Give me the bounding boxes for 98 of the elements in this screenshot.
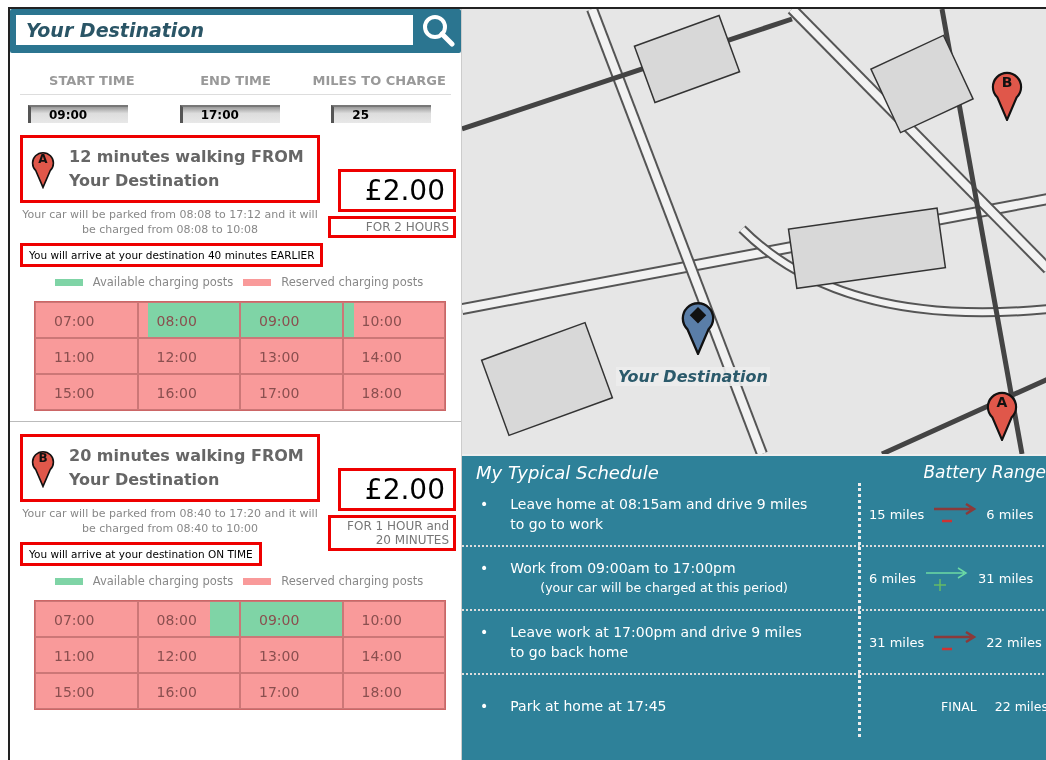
- time-slot[interactable]: 17:00: [240, 374, 343, 410]
- slot-time: 13:00: [259, 648, 300, 664]
- slot-time: 10:00: [361, 313, 402, 329]
- time-slot[interactable]: 09:00: [240, 302, 343, 338]
- input-field[interactable]: 09:00: [28, 105, 128, 123]
- time-slot[interactable]: 18:00: [342, 374, 445, 410]
- input-field[interactable]: 17:00: [179, 105, 280, 123]
- time-slot[interactable]: 10:00: [342, 302, 445, 338]
- destination-pin-icon[interactable]: [680, 299, 716, 355]
- slot-time: 16:00: [156, 684, 197, 700]
- slot-time: 07:00: [54, 313, 95, 329]
- time-slot[interactable]: 16:00: [137, 673, 240, 709]
- time-slot[interactable]: 10:00: [342, 601, 445, 637]
- slot-time: 11:00: [54, 349, 95, 365]
- slot-time: 17:00: [259, 385, 300, 401]
- slot-time: 09:00: [259, 612, 300, 628]
- price: £2.00: [338, 169, 456, 212]
- legend-label: Reserved charging posts: [281, 574, 424, 588]
- slot-time: 15:00: [54, 684, 95, 700]
- pin-marker: A: [31, 149, 55, 189]
- range-to: 6 miles: [986, 506, 1034, 522]
- slot-time: 15:00: [54, 385, 95, 401]
- legend-swatch: [54, 278, 83, 286]
- time-slot[interactable]: 17:00: [240, 673, 343, 709]
- bullet: •: [480, 495, 489, 514]
- time-slot[interactable]: 16:00: [137, 374, 240, 410]
- parking-description: Your car will be parked from 08:40 to 17:20 and it will be charged from 08:40 to 10:00: [21, 506, 319, 536]
- time-slot[interactable]: 07:00: [35, 302, 138, 338]
- schedule-text: Leave work at 17:00pm and drive 9 miles to go back home: [510, 623, 803, 662]
- time-slot[interactable]: 12:00: [137, 338, 240, 374]
- slot-time: 18:00: [361, 385, 402, 401]
- slot-time: 12:00: [156, 648, 197, 664]
- range-to: 22 miles: [986, 634, 1042, 650]
- slot-time: 11:00: [54, 648, 95, 664]
- legend-swatch: [54, 577, 83, 585]
- time-slot[interactable]: 13:00: [240, 338, 343, 374]
- slot-time: 12:00: [156, 349, 197, 365]
- schedule-text: Park at home at 17:45: [510, 697, 667, 716]
- time-slot[interactable]: 13:00: [240, 637, 343, 673]
- charge-duration: FOR 1 HOUR and 20 MINUTES: [328, 515, 456, 551]
- range-from: 31 miles: [869, 634, 925, 650]
- slot-time: 17:00: [259, 684, 300, 700]
- time-slot[interactable]: 09:00: [240, 601, 343, 637]
- slot-time: 08:00: [156, 612, 197, 628]
- search-field[interactable]: Your Destination: [16, 15, 413, 45]
- slot-time: 09:00: [259, 313, 300, 329]
- range-from: FINAL: [941, 698, 977, 714]
- time-slot[interactable]: 14:00: [342, 338, 445, 374]
- slot-time: 14:00: [361, 349, 402, 365]
- legend-swatch: [243, 278, 272, 286]
- slot-time: 08:00: [156, 313, 197, 329]
- slot-time: 18:00: [361, 684, 402, 700]
- time-slot[interactable]: 15:00: [35, 374, 138, 410]
- time-slot[interactable]: 12:00: [137, 637, 240, 673]
- time-slot[interactable]: 11:00: [35, 338, 138, 374]
- parking-description: Your car will be parked from 08:08 to 17:12 and it will be charged from 08:08 to 10:08: [21, 207, 319, 237]
- input-field[interactable]: 25: [331, 105, 432, 123]
- field-label: START TIME: [48, 73, 136, 88]
- map-marker[interactable]: A: [985, 389, 1019, 441]
- schedule-note: (your car will be charged at this period): [540, 579, 788, 597]
- slot-time: 13:00: [259, 349, 300, 365]
- range-to: 31 miles: [978, 570, 1034, 586]
- time-slot[interactable]: 08:00: [137, 601, 240, 637]
- pin-marker: B: [31, 448, 55, 488]
- time-slot[interactable]: 14:00: [342, 637, 445, 673]
- field-label: END TIME: [199, 73, 272, 88]
- walking-title: 12 minutes walking FROM Your Destination: [69, 146, 305, 192]
- time-slot[interactable]: 15:00: [35, 673, 138, 709]
- range-title: Battery Range: [922, 462, 1046, 483]
- schedule-text: Work from 09:00am to 17:00pm: [510, 559, 737, 578]
- time-slot[interactable]: 18:00: [342, 673, 445, 709]
- legend-label: Available charging posts: [92, 275, 234, 289]
- slot-time: 16:00: [156, 385, 197, 401]
- time-slot[interactable]: 08:00: [137, 302, 240, 338]
- schedule-text: Leave home at 08:15am and drive 9 miles to go to work: [510, 495, 809, 534]
- legend-swatch: [243, 577, 272, 585]
- destination-label: Your Destination: [616, 367, 770, 386]
- bullet: •: [480, 623, 489, 642]
- field-label: MILES TO CHARGE: [311, 73, 447, 88]
- bullet: •: [480, 559, 489, 578]
- slot-time: 10:00: [361, 612, 402, 628]
- slot-time: 14:00: [361, 648, 402, 664]
- time-slot[interactable]: 11:00: [35, 637, 138, 673]
- price: £2.00: [338, 468, 456, 511]
- range-from: 15 miles: [869, 506, 925, 522]
- legend-label: Reserved charging posts: [281, 275, 424, 289]
- schedule-title: My Typical Schedule: [476, 462, 660, 483]
- slot-time: 07:00: [54, 612, 95, 628]
- arrival-note: You will arrive at your destination ON TIME: [20, 542, 262, 566]
- map-marker[interactable]: B: [990, 69, 1024, 121]
- time-slot[interactable]: 07:00: [35, 601, 138, 637]
- charge-duration: FOR 2 HOURS: [328, 216, 456, 238]
- range-from: 6 miles: [869, 570, 917, 586]
- arrival-note: You will arrive at your destination 40 minutes EARLIER: [20, 243, 324, 267]
- search-icon[interactable]: [421, 13, 455, 47]
- walking-title: 20 minutes walking FROM Your Destination: [69, 445, 305, 491]
- bullet: •: [480, 697, 489, 716]
- legend-label: Available charging posts: [92, 574, 234, 588]
